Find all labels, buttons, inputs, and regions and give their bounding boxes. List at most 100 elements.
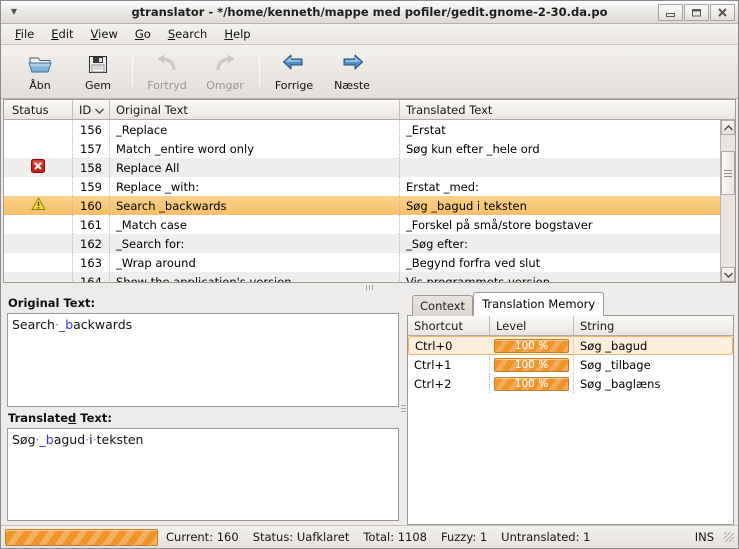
scrollbar-track[interactable] (721, 135, 735, 267)
application-window: ▼ gtranslator - */home/kenneth/mappe med… (0, 0, 739, 549)
toolbar-undo-button[interactable]: Fortryd (138, 49, 196, 97)
translated-text-input[interactable]: Søg·_bagud·i·teksten (7, 427, 399, 521)
row-status (4, 215, 73, 234)
table-row[interactable]: 157 Match _entire word only Søg kun efte… (4, 139, 735, 158)
menu-file[interactable]: File (7, 24, 43, 44)
menu-search[interactable]: Search (160, 24, 217, 44)
row-id: 159 (73, 177, 110, 196)
table-row[interactable]: 156 _Replace _Erstat (4, 120, 735, 139)
toolbar-next-button[interactable]: Næste (323, 49, 381, 97)
status-fuzzy: Fuzzy: 1 (441, 530, 488, 544)
arrow-right-icon (339, 51, 365, 77)
save-floppy-icon (86, 51, 110, 77)
tab-strip: Context Translation Memory (407, 292, 734, 316)
status-insert-mode: INS (694, 530, 714, 544)
toolbar-previous-button[interactable]: Forrige (265, 49, 323, 97)
row-original: _Match case (110, 215, 400, 234)
menu-go[interactable]: Go (127, 24, 160, 44)
tab-context[interactable]: Context (412, 295, 474, 316)
scroll-down-icon[interactable] (721, 267, 735, 282)
row-status (4, 120, 73, 139)
table-row[interactable]: 158 Replace All (4, 158, 735, 177)
editor-pane: Original Text: Search·_backwards Transla… (3, 292, 399, 525)
scroll-up-icon[interactable] (721, 120, 735, 135)
row-translated: Vis programmets version (406, 274, 551, 283)
undo-arrow-icon (154, 51, 180, 77)
row-id: 161 (73, 215, 110, 234)
level-progress-label: 100 % (514, 358, 549, 371)
table-row[interactable]: 162 _Search for: _Søg efter: (4, 234, 735, 253)
tm-row-selected[interactable]: Ctrl+0 100 % Søg _bagud (408, 336, 733, 355)
toolbar-separator-2 (259, 53, 260, 87)
scrollbar-thumb[interactable] (721, 151, 735, 195)
tm-row[interactable]: Ctrl+2 100 % Søg _baglæns (408, 374, 733, 393)
row-translated: _Forskel på små/store bogstaver (406, 217, 593, 232)
tm-shortcut: Ctrl+1 (408, 355, 490, 374)
original-text-view[interactable]: Search·_backwards (7, 313, 399, 407)
tm-row[interactable]: Ctrl+1 100 % Søg _tilbage (408, 355, 733, 374)
row-status (4, 158, 73, 177)
column-header-shortcut[interactable]: Shortcut (408, 316, 490, 335)
toolbar-save-button[interactable]: Gem (69, 49, 127, 97)
arrow-left-icon (281, 51, 307, 77)
row-status (4, 234, 73, 253)
toolbar-save-label: Gem (84, 79, 111, 92)
toolbar-open-button[interactable]: Åbn (11, 49, 69, 97)
row-translated (400, 158, 735, 177)
row-original: _Wrap around (110, 253, 400, 272)
menu-help[interactable]: Help (216, 24, 259, 44)
warning-icon (31, 197, 46, 214)
resize-grip[interactable] (724, 532, 734, 542)
toolbar-previous-label: Forrige (274, 79, 314, 92)
table-row[interactable]: 159 Replace _with: Erstat _med: (4, 177, 735, 196)
toolbar-next-label: Næste (334, 79, 370, 92)
column-header-status[interactable]: Status (4, 100, 73, 119)
row-status (4, 196, 73, 215)
tm-level: 100 % (490, 355, 574, 374)
toolbar-redo-button[interactable]: Omgør (196, 49, 254, 97)
level-progress-bar: 100 % (494, 357, 569, 372)
message-list-scrollbar[interactable] (720, 120, 735, 282)
splitter-grip (366, 285, 373, 290)
row-id: 163 (73, 253, 110, 272)
tm-shortcut: Ctrl+0 (408, 336, 490, 355)
translation-memory-header: Shortcut Level String (408, 316, 733, 336)
status-total: Total: 1108 (363, 530, 427, 544)
minimize-button[interactable] (658, 3, 683, 21)
redo-arrow-icon (212, 51, 238, 77)
caret-down-icon[interactable]: ▼ (6, 4, 22, 20)
table-row[interactable]: 163 _Wrap around _Begynd forfra ved slut (4, 253, 735, 272)
status-text-group: Current: 160 Status: Uafklaret Total: 11… (166, 530, 590, 544)
table-row[interactable]: 161 _Match case _Forskel på små/store bo… (4, 215, 735, 234)
row-status (4, 272, 73, 282)
row-original: Match _entire word only (110, 139, 400, 158)
open-folder-icon (27, 51, 53, 77)
menu-edit[interactable]: Edit (43, 24, 82, 44)
row-translated: Søg kun efter _hele ord (406, 141, 540, 156)
menu-bar: File Edit View Go Search Help (1, 24, 738, 45)
row-original: Replace _with: (110, 177, 400, 196)
row-translated: _Erstat (406, 122, 446, 137)
file-progress-bar (5, 528, 158, 546)
close-button[interactable] (710, 3, 735, 21)
row-translated: Søg _bagud i teksten (406, 198, 527, 213)
column-header-translated-text[interactable]: Translated Text (400, 100, 735, 119)
original-text-label: Original Text: (8, 296, 96, 310)
column-header-original-text[interactable]: Original Text (110, 100, 400, 119)
column-header-string[interactable]: String (574, 316, 733, 335)
column-header-id[interactable]: ID (73, 100, 110, 119)
row-translated: _Begynd forfra ved slut (406, 255, 541, 270)
row-translated: Erstat _med: (406, 179, 479, 194)
menu-view[interactable]: View (83, 24, 127, 44)
maximize-button[interactable] (684, 3, 709, 21)
table-row[interactable]: 164 Show the application's version Vis p… (4, 272, 735, 282)
side-panel: Context Translation Memory Shortcut Leve… (407, 292, 736, 525)
message-list-body: 156 _Replace _Erstat 157 Match _entire w… (4, 120, 735, 282)
column-header-level[interactable]: Level (490, 316, 574, 335)
level-progress-bar: 100 % (494, 338, 569, 353)
horizontal-splitter[interactable] (1, 283, 738, 292)
main-content: Status ID Original Text Translated Text … (1, 99, 738, 525)
vertical-splitter[interactable] (399, 292, 407, 525)
tab-translation-memory[interactable]: Translation Memory (473, 292, 605, 316)
table-row-selected[interactable]: 160 Search _backwards Søg _bagud i tekst… (4, 196, 735, 215)
